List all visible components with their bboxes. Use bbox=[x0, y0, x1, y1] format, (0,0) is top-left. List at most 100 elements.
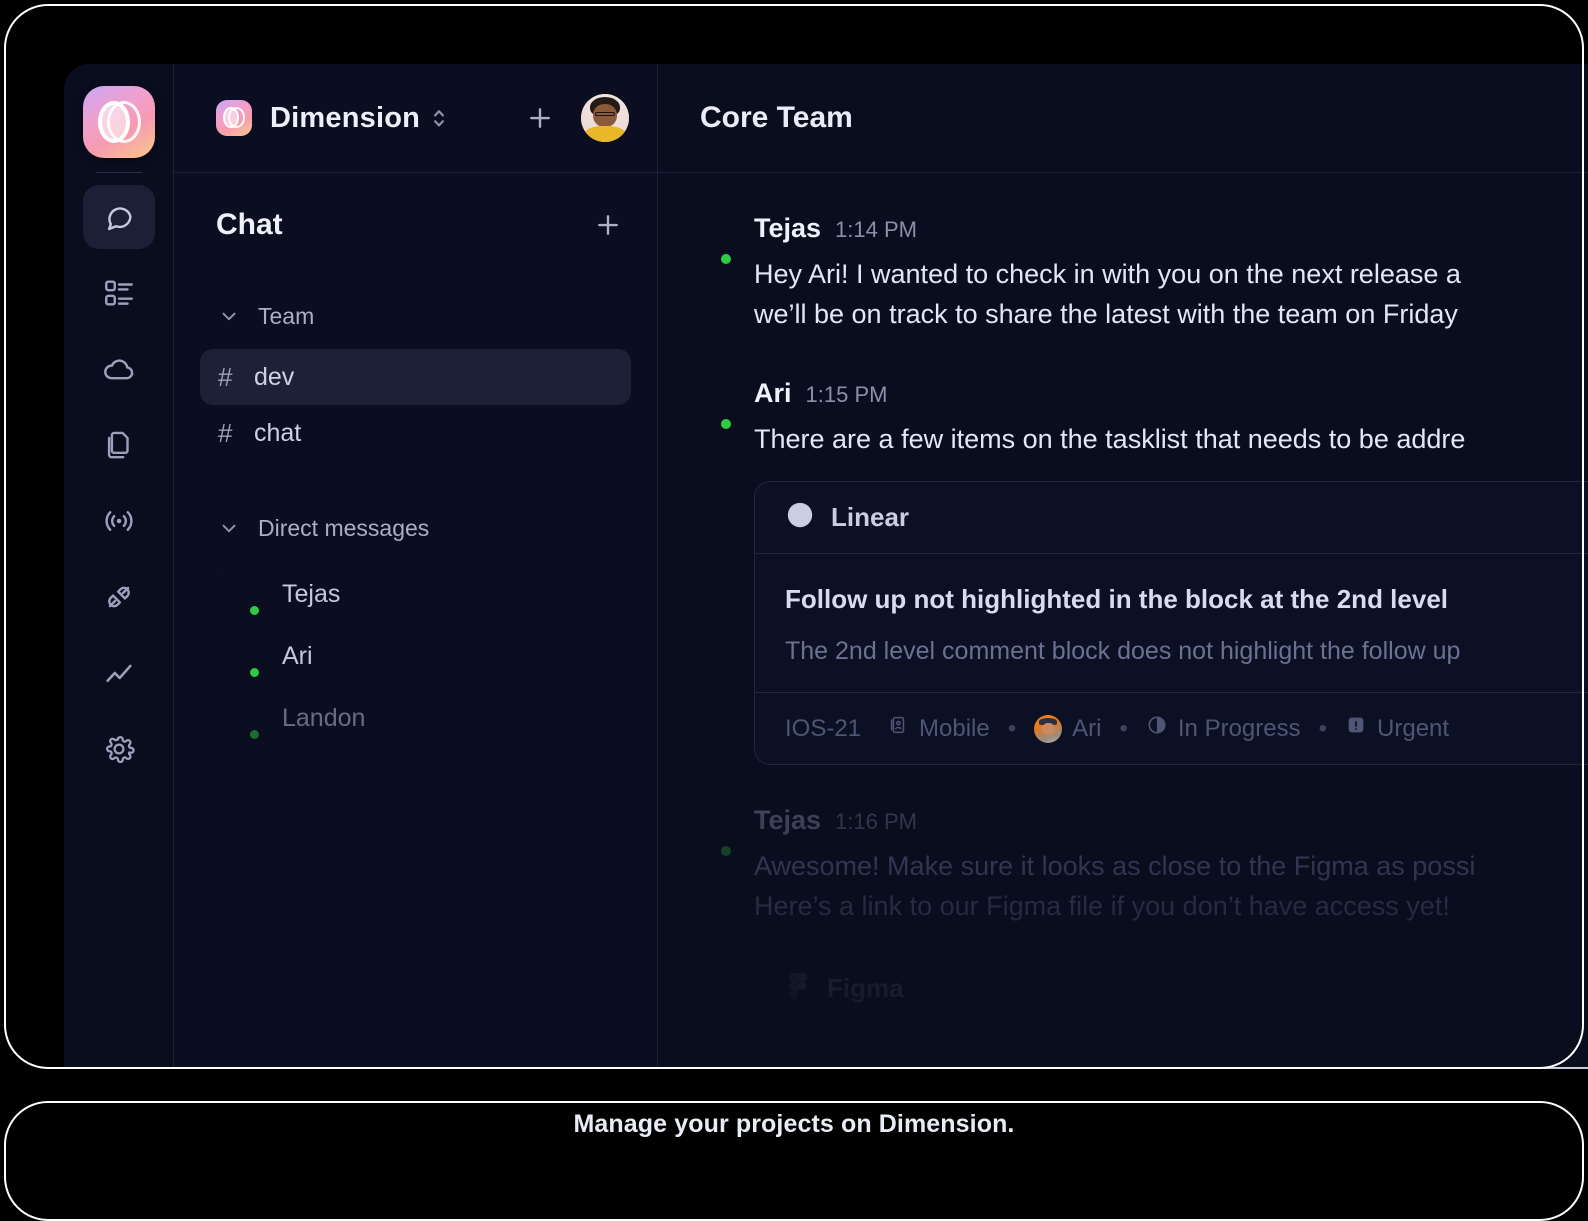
avatar[interactable] bbox=[684, 809, 733, 858]
rail-item-tasks[interactable] bbox=[83, 261, 155, 325]
dm-label: Ari bbox=[282, 641, 313, 670]
priority-label: Urgent bbox=[1377, 714, 1450, 742]
dm-label: Tejas bbox=[282, 579, 341, 608]
mobile-project-icon bbox=[887, 714, 909, 743]
message-item: Tejas 1:16 PM Awesome! Make sure it look… bbox=[658, 805, 1588, 1056]
linear-logo-icon bbox=[785, 500, 815, 535]
channel-list: # dev # chat bbox=[174, 339, 657, 461]
section-label: Team bbox=[258, 302, 315, 329]
chevron-down-icon bbox=[218, 305, 240, 327]
avatar[interactable] bbox=[581, 94, 629, 142]
direct-message-list: Tejas Ari Landon bbox=[174, 551, 657, 749]
message-author[interactable]: Tejas bbox=[754, 805, 821, 836]
rail-item-chat[interactable] bbox=[82, 185, 155, 249]
rail-item-documents[interactable] bbox=[83, 413, 155, 477]
rail-item-integrations[interactable] bbox=[83, 565, 155, 629]
plug-integrations-icon bbox=[102, 580, 136, 614]
message-line: we’ll be on track to share the latest wi… bbox=[754, 299, 1458, 329]
avatar bbox=[216, 696, 261, 741]
channel-label: chat bbox=[254, 418, 302, 447]
conversation-header: Core Team bbox=[658, 64, 1588, 173]
figma-card[interactable]: Figma bbox=[754, 952, 1588, 1026]
message-line: Hey Ari! I wanted to check in with you o… bbox=[754, 259, 1461, 289]
broadcast-icon bbox=[102, 504, 136, 538]
icon-rail bbox=[64, 64, 174, 1067]
linear-issue-card[interactable]: Linear Follow up not highlighted in the … bbox=[754, 481, 1588, 765]
avatar bbox=[1034, 714, 1063, 743]
channel-label: dev bbox=[254, 362, 295, 391]
message-item: Ari 1:15 PM There are a few items on the… bbox=[658, 378, 1588, 795]
card-body: Follow up not highlighted in the block a… bbox=[755, 554, 1588, 692]
avatar[interactable] bbox=[684, 382, 733, 431]
urgent-priority-icon bbox=[1345, 714, 1367, 743]
sidebar-item-chat[interactable]: # chat bbox=[200, 405, 631, 461]
message-thread: Tejas 1:14 PM Hey Ari! I wanted to check… bbox=[658, 173, 1588, 1064]
status-badge bbox=[248, 666, 261, 679]
dimension-logo[interactable] bbox=[82, 86, 155, 158]
caption-text: Manage your projects on Dimension. bbox=[547, 1110, 1041, 1139]
rail-item-broadcast[interactable] bbox=[83, 489, 155, 553]
status-badge bbox=[719, 417, 733, 431]
meta-separator: • bbox=[1119, 714, 1128, 742]
card-app-name: Figma bbox=[827, 973, 904, 1003]
issue-assignee[interactable]: Ari bbox=[1034, 714, 1102, 743]
conversation-panel: Core Team Tejas 1:14 PM Hey Ari! I wante… bbox=[658, 64, 1588, 1067]
sidebar-item-dm-landon[interactable]: Landon bbox=[200, 687, 631, 749]
status-badge bbox=[248, 728, 261, 741]
message-author[interactable]: Tejas bbox=[754, 213, 821, 244]
rail-item-cloud[interactable] bbox=[83, 337, 155, 401]
logo-ring-front bbox=[97, 101, 130, 143]
message-line: Awesome! Make sure it looks as close to … bbox=[754, 851, 1476, 881]
message-timestamp: 1:16 PM bbox=[835, 809, 917, 834]
avatar[interactable] bbox=[684, 217, 733, 266]
new-chat-button[interactable] bbox=[589, 206, 627, 244]
workspace-logo-icon bbox=[216, 100, 252, 136]
hash-icon: # bbox=[218, 361, 233, 392]
rail-divider bbox=[95, 172, 142, 173]
chevron-up-down-icon[interactable] bbox=[430, 105, 448, 131]
project-label: Mobile bbox=[919, 714, 990, 742]
message-line: There are a few items on the tasklist th… bbox=[754, 424, 1466, 454]
status-badge bbox=[719, 252, 733, 266]
card-app-name: Linear bbox=[831, 502, 910, 532]
sidebar-item-dm-tejas[interactable]: Tejas bbox=[200, 563, 631, 625]
workspace-name[interactable]: Dimension bbox=[270, 102, 420, 135]
card-header: Linear bbox=[755, 482, 1588, 554]
section-header-direct-messages[interactable]: Direct messages bbox=[174, 505, 657, 551]
status-label: In Progress bbox=[1177, 714, 1301, 742]
status-badge bbox=[719, 844, 733, 858]
message-timestamp: 1:14 PM bbox=[835, 217, 917, 242]
rail-item-analytics[interactable] bbox=[83, 641, 155, 705]
tasks-list-icon bbox=[102, 276, 136, 310]
card-header: Figma bbox=[755, 953, 1588, 1025]
message-author[interactable]: Ari bbox=[754, 378, 792, 409]
section-label: Direct messages bbox=[258, 514, 430, 541]
documents-icon bbox=[102, 428, 136, 462]
sidebar-header: Chat bbox=[174, 173, 657, 277]
in-progress-icon bbox=[1146, 714, 1168, 743]
message-item: Tejas 1:14 PM Hey Ari! I wanted to check… bbox=[658, 213, 1588, 334]
channel-sidebar: Dimension Chat Team # dev # chat Direct … bbox=[174, 64, 658, 1067]
hash-icon: # bbox=[218, 417, 233, 448]
add-workspace-item-button[interactable] bbox=[521, 99, 559, 137]
rail-item-settings[interactable] bbox=[83, 717, 155, 781]
status-badge bbox=[248, 604, 261, 617]
sidebar-item-dm-ari[interactable]: Ari bbox=[200, 625, 631, 687]
figma-logo-icon bbox=[785, 973, 811, 1004]
card-meta-row: IOS-21 Mobile • Ari • In Progress • Urge… bbox=[755, 692, 1588, 764]
issue-priority[interactable]: Urgent bbox=[1345, 714, 1449, 743]
section-header-team[interactable]: Team bbox=[174, 293, 657, 339]
issue-id: IOS-21 bbox=[785, 714, 862, 742]
gear-icon bbox=[102, 732, 136, 766]
chevron-down-icon bbox=[218, 517, 240, 539]
card-title[interactable]: Follow up not highlighted in the block a… bbox=[785, 584, 1588, 615]
message-timestamp: 1:15 PM bbox=[805, 382, 888, 407]
issue-status[interactable]: In Progress bbox=[1146, 714, 1301, 743]
page-title: Core Team bbox=[700, 101, 853, 134]
avatar bbox=[216, 634, 261, 679]
issue-project[interactable]: Mobile bbox=[887, 714, 990, 743]
sidebar-item-dev[interactable]: # dev bbox=[200, 349, 631, 405]
assignee-label: Ari bbox=[1072, 714, 1102, 742]
message-text: Awesome! Make sure it looks as close to … bbox=[754, 846, 1588, 926]
meta-separator: • bbox=[1318, 714, 1328, 742]
